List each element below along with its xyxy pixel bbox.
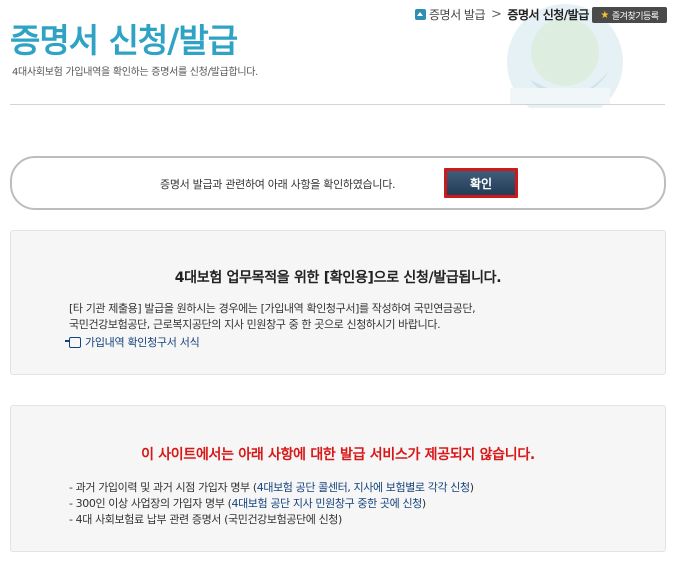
form-download-link[interactable]: 가입내역 확인청구서 서식: [65, 334, 200, 350]
home-icon[interactable]: [415, 9, 426, 20]
breadcrumb-item-parent[interactable]: 증명서 발급: [429, 6, 486, 23]
list-item: - 4대 사회보험료 납부 관련 증명서 (국민건강보험공단에 신청): [69, 513, 342, 526]
confirm-button[interactable]: 확인: [447, 171, 515, 195]
list-item: - 과거 가입이력 및 과거 시점 가입자 명부 (4대보험 공단 콜센터, 지…: [69, 481, 474, 494]
notice-panel-purpose: 4대보험 업무목적을 위한 [확인용]으로 신청/발급됩니다. [타 기관 제출…: [10, 230, 666, 375]
add-favorite-label: 즐겨찾기등록: [611, 11, 659, 22]
notice-line: 국민건강보험공단, 근로복지공단의 지사 민원창구 중 한 곳으로 신청하시기 …: [69, 318, 441, 331]
add-favorite-button[interactable]: ★ 즐겨찾기등록: [592, 7, 667, 23]
hand-pointer-icon: [65, 336, 81, 348]
confirm-panel: 증명서 발급과 관련하여 아래 사항을 확인하였습니다. 확인: [10, 156, 666, 210]
star-icon: ★: [600, 9, 609, 21]
notice-panel-restrictions: 이 사이트에서는 아래 사항에 대한 발급 서비스가 제공되지 않습니다. - …: [10, 405, 666, 552]
confirm-button-highlight: 확인: [444, 168, 518, 198]
page-description: 4대사회보험 가입내역을 확인하는 증명서를 신청/발급합니다.: [12, 67, 259, 78]
page-title: 증명서 신청/발급: [10, 21, 238, 60]
header-divider: [10, 104, 665, 105]
form-download-link-label: 가입내역 확인청구서 서식: [85, 336, 200, 349]
breadcrumb: 증명서 발급 > 증명서 신청/발급: [415, 6, 589, 23]
breadcrumb-item-current: 증명서 신청/발급: [507, 8, 589, 22]
notice-heading: 4대보험 업무목적을 위한 [확인용]으로 신청/발급됩니다.: [174, 270, 502, 286]
notice-line: [타 기관 제출용] 발급을 원하시는 경우에는 [가입내역 확인청구서]를 작…: [69, 302, 476, 315]
breadcrumb-separator: >: [491, 7, 502, 22]
restriction-list: - 과거 가입이력 및 과거 시점 가입자 명부 (4대보험 공단 콜센터, 지…: [69, 480, 474, 528]
confirm-text: 증명서 발급과 관련하여 아래 사항을 확인하였습니다.: [160, 178, 396, 191]
warning-heading: 이 사이트에서는 아래 사항에 대한 발급 서비스가 제공되지 않습니다.: [141, 447, 535, 463]
list-item: - 300인 이상 사업장의 가입자 명부 (4대보험 공단 지사 민원창구 중…: [69, 497, 426, 510]
